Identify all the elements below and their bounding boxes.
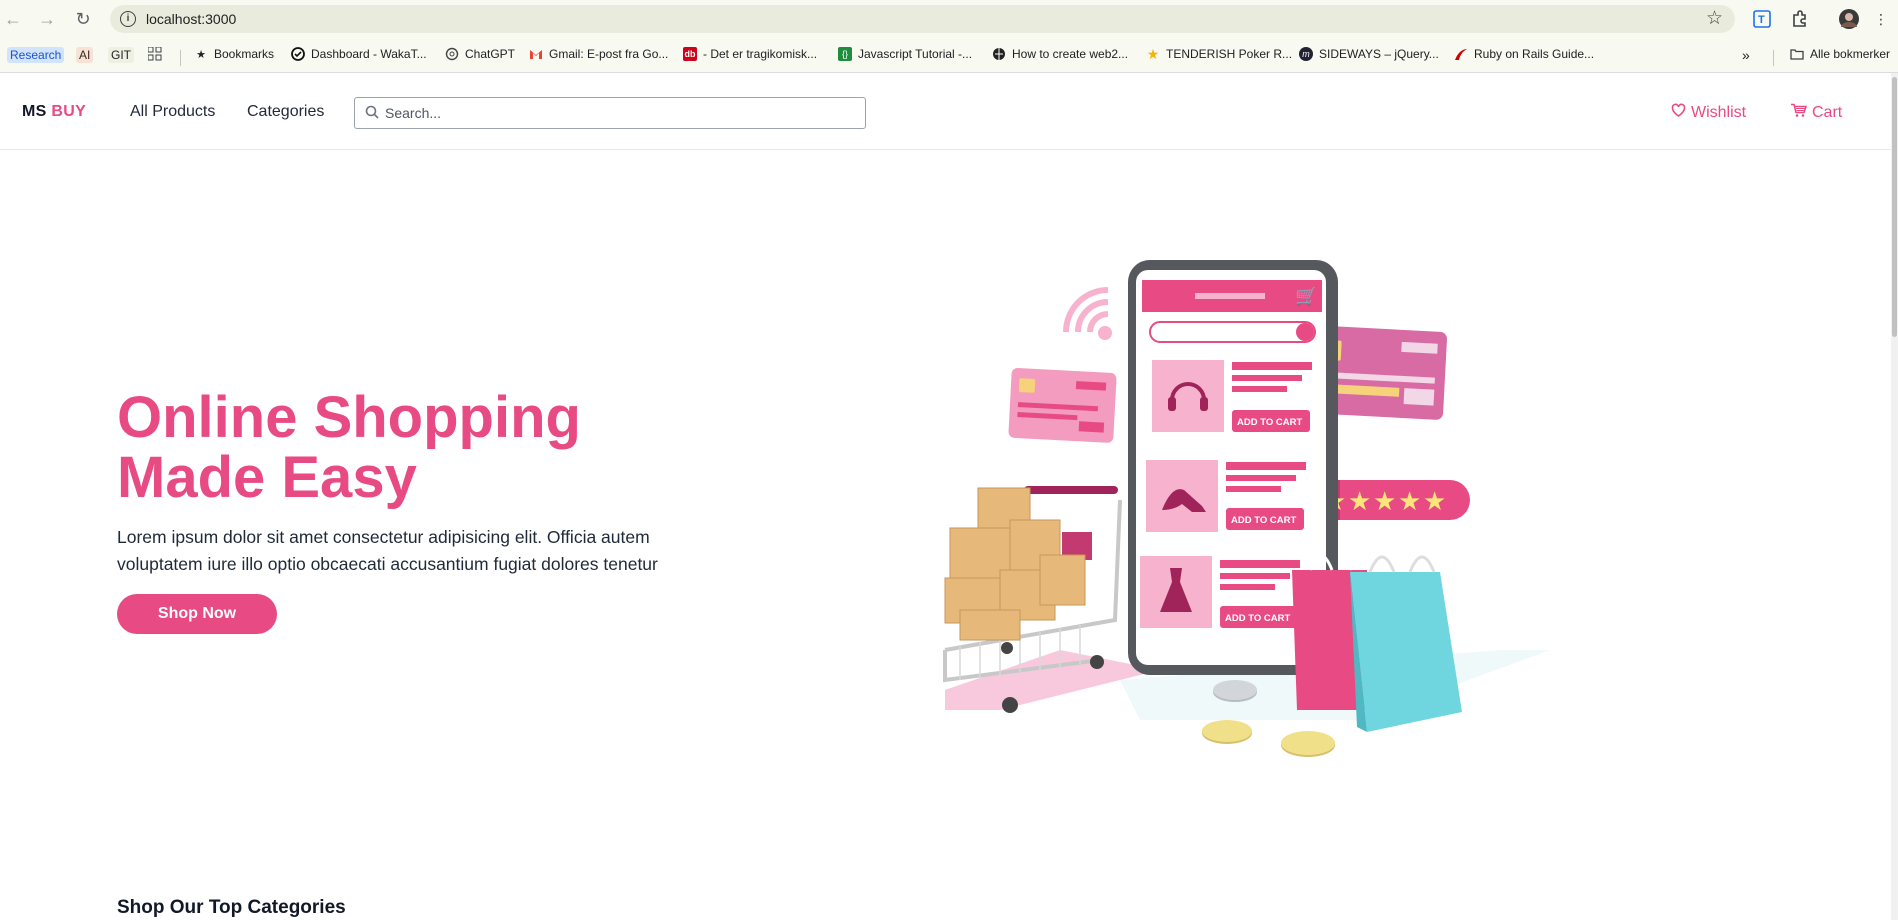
nav-all-products[interactable]: All Products (130, 103, 215, 121)
all-bookmarks[interactable]: Alle bokmerker (1790, 47, 1890, 61)
bookmark-sideways[interactable]: m SIDEWAYS – jQuery... (1299, 47, 1439, 61)
add-to-cart-label: ADD TO CART (1237, 417, 1302, 428)
credit-card-left (1008, 367, 1117, 443)
svg-text:★: ★ (1398, 487, 1421, 517)
site-logo[interactable]: MS BUY (22, 103, 86, 121)
hero-description: Lorem ipsum dolor sit amet consectetur a… (117, 527, 658, 574)
forward-icon[interactable]: → (36, 8, 58, 30)
shop-now-button[interactable]: Shop Now (117, 594, 277, 634)
bookmark-star-icon[interactable]: ☆ (1706, 7, 1723, 30)
extensions-puzzle-icon[interactable] (1788, 8, 1810, 30)
bookmark-web2[interactable]: How to create web2... (992, 47, 1128, 61)
cardboard-boxes (944, 487, 1086, 641)
hero-illustration: ★ ★ ★ ★ ★ 🛒 ADD TO CART (940, 250, 1550, 770)
cart-icon (1790, 103, 1808, 123)
site-header: MS BUY All Products Categories Wishlist … (0, 73, 1898, 150)
profile-avatar[interactable] (1838, 8, 1860, 30)
bookmark-ai[interactable]: AI (76, 47, 94, 63)
nav-categories[interactable]: Categories (247, 103, 324, 121)
search-icon (365, 105, 379, 124)
bookmarks-bar: Research AI GIT ★ Bookmarks Dashboard - … (0, 38, 1898, 73)
bookmark-wakatime[interactable]: Dashboard - WakaT... (291, 47, 427, 61)
rails-icon (1454, 47, 1468, 61)
star-yellow-icon: ★ (1146, 45, 1160, 62)
page-scrollbar[interactable] (1891, 73, 1898, 920)
svg-text:★: ★ (1373, 487, 1396, 517)
bookmark-rails[interactable]: Ruby on Rails Guide... (1454, 47, 1594, 61)
reload-icon[interactable]: ↻ (72, 8, 94, 30)
more-bookmarks-icon[interactable]: » (1742, 47, 1750, 63)
bookmark-separator (180, 50, 181, 66)
bookmark-gmail[interactable]: Gmail: E-post fra Go... (529, 47, 668, 61)
wishlist-link[interactable]: Wishlist (1671, 103, 1746, 122)
scrollbar-thumb[interactable] (1892, 77, 1897, 337)
back-icon[interactable]: ← (2, 8, 24, 30)
wakatime-icon (291, 47, 305, 61)
heart-icon (1671, 103, 1686, 122)
search-box (354, 97, 866, 129)
bookmark-db[interactable]: db - Det er tragikomisk... (683, 47, 817, 61)
top-categories-heading: Shop Our Top Categories (117, 897, 346, 918)
globe-icon (992, 47, 1006, 61)
site-info-icon[interactable]: i (120, 11, 136, 27)
gmail-icon (529, 47, 543, 61)
bookmark-bookmarks[interactable]: ★ Bookmarks (194, 47, 274, 61)
search-input[interactable] (385, 101, 855, 125)
bookmark-chatgpt[interactable]: ChatGPT (445, 47, 515, 61)
add-to-cart-label: ADD TO CART (1225, 613, 1290, 624)
svg-text:★: ★ (1423, 487, 1446, 517)
chatgpt-icon (445, 47, 459, 61)
translate-extension-icon[interactable]: T (1751, 8, 1773, 30)
bookmark-git[interactable]: GIT (108, 47, 134, 63)
star-icon: ★ (196, 48, 206, 61)
svg-text:🛒: 🛒 (1295, 285, 1317, 307)
add-to-cart-label: ADD TO CART (1231, 515, 1296, 526)
folder-icon (1790, 47, 1804, 61)
cart-link[interactable]: Cart (1790, 103, 1842, 123)
address-bar[interactable]: i localhost:3000 ☆ (110, 5, 1735, 33)
bookmark-tenderish[interactable]: ★ TENDERISH Poker R... (1146, 45, 1292, 62)
bookmark-separator (1773, 50, 1774, 66)
wifi-icon (1063, 287, 1112, 340)
browser-toolbar: ← → ↻ i localhost:3000 ☆ T ⋮ (0, 0, 1898, 38)
js-icon: {} (838, 47, 852, 61)
browser-menu-icon[interactable]: ⋮ (1870, 8, 1892, 30)
hero-title: Online Shopping Made Easy (117, 385, 581, 510)
bookmark-research[interactable]: Research (7, 47, 65, 63)
address-url[interactable]: localhost:3000 (146, 11, 236, 27)
db-icon: db (683, 47, 697, 61)
m-icon: m (1299, 47, 1313, 61)
apps-grid-icon[interactable] (148, 47, 162, 61)
bookmark-javascript[interactable]: {} Javascript Tutorial -... (838, 47, 972, 61)
shopping-bags (1292, 553, 1462, 732)
svg-text:T: T (1758, 14, 1765, 26)
svg-text:★: ★ (1348, 487, 1371, 517)
